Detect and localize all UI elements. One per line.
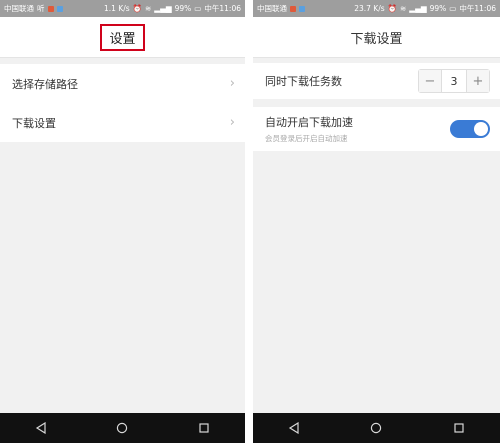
toggle-knob <box>474 122 488 136</box>
battery-icon: ▭ <box>194 4 202 13</box>
chevron-right-icon: › <box>229 76 235 91</box>
network-speed: 23.7 K/s <box>354 4 385 13</box>
back-triangle-icon[interactable] <box>288 422 300 434</box>
download-settings-label: 下载设置 <box>12 116 56 130</box>
wifi-icon: ≋ <box>145 4 152 13</box>
auto-accelerate-label: 自动开启下载加速 <box>265 116 353 129</box>
task-count-stepper: − 3 + <box>418 69 490 93</box>
navigation-bar <box>253 413 500 443</box>
chevron-right-icon: › <box>229 115 235 130</box>
clock-time: 中午11:06 <box>204 4 241 13</box>
title-bar: 设置 <box>0 17 245 58</box>
alarm-icon: ⏰ <box>132 4 142 13</box>
recents-square-icon[interactable] <box>453 422 465 434</box>
notification-icon <box>47 5 54 12</box>
page-title: 下载设置 <box>350 31 403 47</box>
battery-percent: 99% <box>174 4 192 13</box>
concurrent-downloads-label: 同时下载任务数 <box>265 75 342 88</box>
status-bar: 中国联通 听 1.1 K/s ⏰ ≋ ▂▄▆ 99% ▭ 中午11:06 <box>0 0 245 17</box>
carrier-name: 中国联通 <box>4 4 34 13</box>
download-settings-row[interactable]: 下载设置 › <box>0 103 245 142</box>
signal-icon: ▂▄▆ <box>409 4 427 13</box>
concurrent-downloads-row: 同时下载任务数 − 3 + <box>253 63 500 99</box>
title-bar: 下载设置 <box>253 17 500 58</box>
task-count-value: 3 <box>441 70 467 92</box>
signal-icon: ▂▄▆ <box>154 4 172 13</box>
page-title: 设置 <box>100 23 145 51</box>
storage-path-row[interactable]: 选择存储路径 › <box>0 64 245 103</box>
notification-icon <box>56 5 63 12</box>
notification-icon <box>290 5 296 12</box>
auto-accelerate-hint: 会员登录后开启自动加速 <box>265 134 348 143</box>
auto-accelerate-row: 自动开启下载加速 会员登录后开启自动加速 <box>253 107 500 151</box>
battery-percent: 99% <box>429 4 447 13</box>
storage-path-label: 选择存储路径 <box>12 77 78 91</box>
increment-button[interactable]: + <box>467 70 489 92</box>
status-bar: 中国联通 23.7 K/s ⏰ ≋ ▂▄▆ 99% ▭ 中午11:06 <box>253 0 500 17</box>
network-speed: 1.1 K/s <box>103 4 130 13</box>
back-triangle-icon[interactable] <box>35 422 47 434</box>
wifi-icon: ≋ <box>400 4 407 13</box>
notification-icon <box>299 5 305 12</box>
alarm-icon: ⏰ <box>387 4 397 13</box>
carrier-extra: 听 <box>37 4 45 13</box>
battery-icon: ▭ <box>449 4 457 13</box>
carrier-name: 中国联通 <box>257 4 287 13</box>
right-phone-screen: 中国联通 23.7 K/s ⏰ ≋ ▂▄▆ 99% ▭ 中午11:06 下载设置… <box>253 0 500 443</box>
auto-accelerate-toggle[interactable] <box>450 120 490 138</box>
decrement-button[interactable]: − <box>419 70 441 92</box>
clock-time: 中午11:06 <box>459 4 496 13</box>
left-phone-screen: 中国联通 听 1.1 K/s ⏰ ≋ ▂▄▆ 99% ▭ 中午11:06 设置 … <box>0 0 245 443</box>
home-circle-icon[interactable] <box>116 422 128 434</box>
home-circle-icon[interactable] <box>370 422 382 434</box>
recents-square-icon[interactable] <box>198 422 210 434</box>
navigation-bar <box>0 413 245 443</box>
